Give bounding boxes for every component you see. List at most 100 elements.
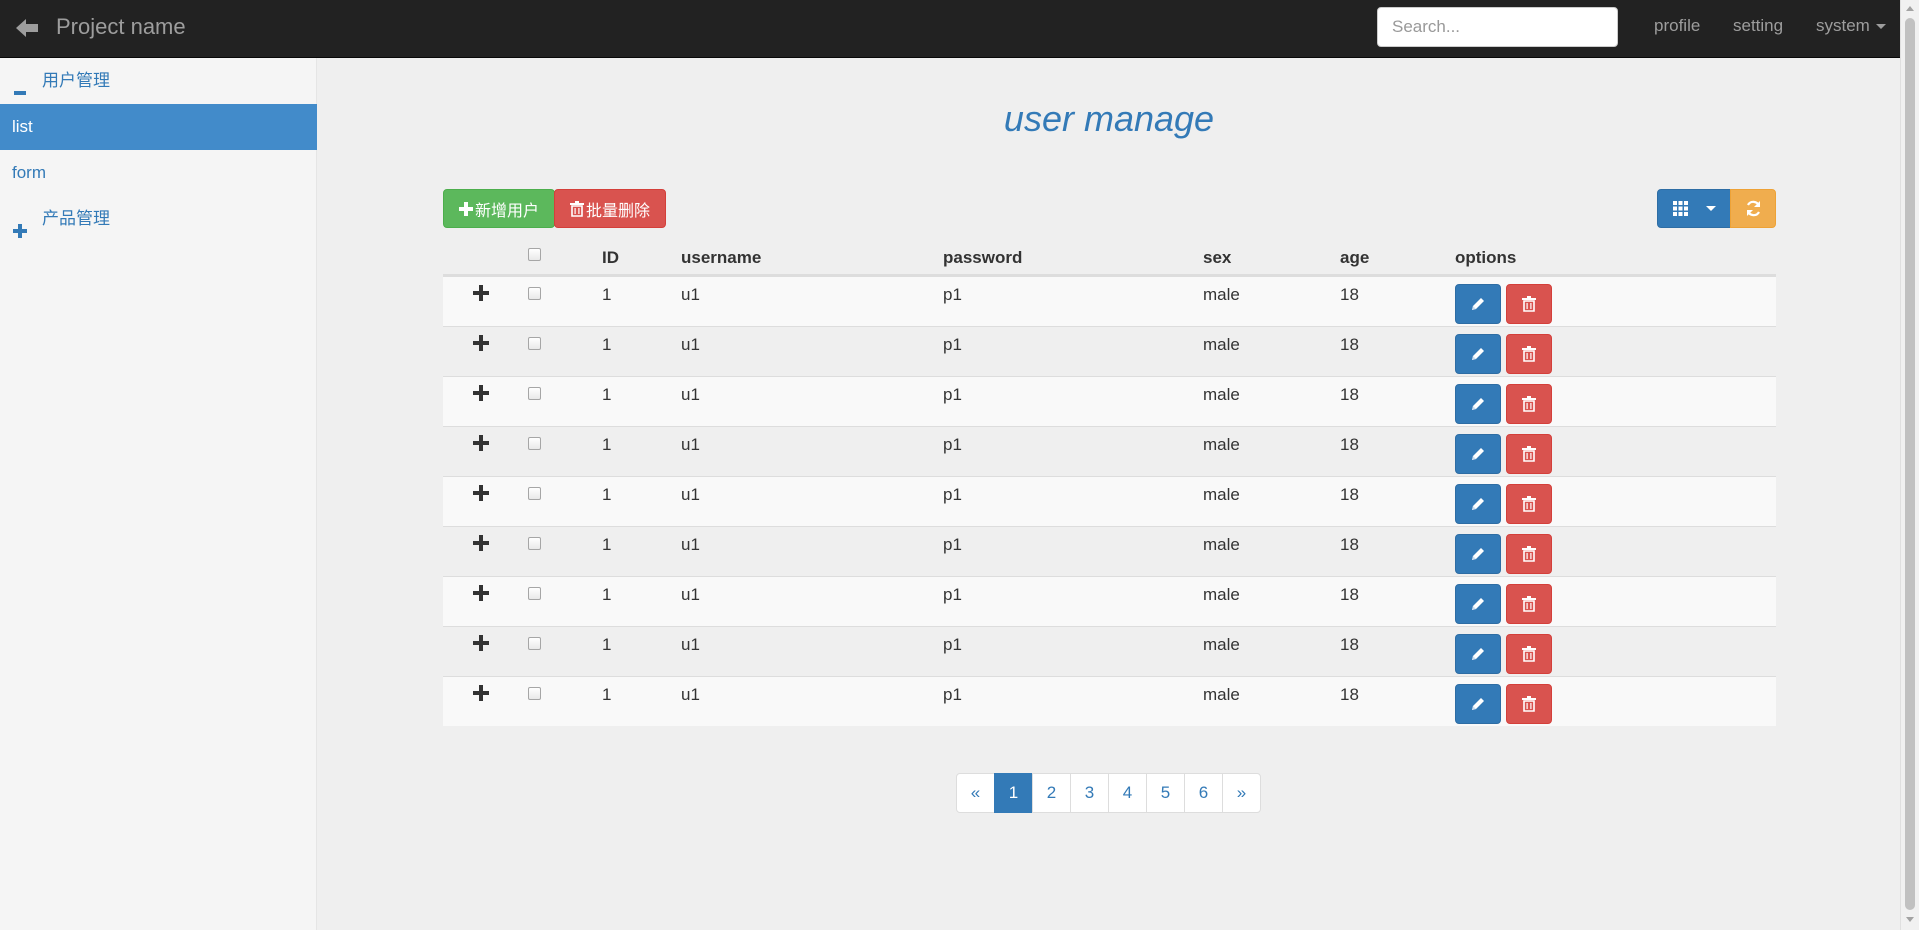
cell-password: p1 xyxy=(943,385,962,404)
pencil-icon xyxy=(1471,397,1485,411)
expand-row-icon[interactable] xyxy=(473,585,491,603)
row-checkbox[interactable] xyxy=(528,487,541,500)
table-row[interactable]: 1 u1 p1 male 18 xyxy=(443,426,1776,476)
top-navbar: Project name profile setting system xyxy=(0,0,1900,58)
add-user-label: 新增用户 xyxy=(474,202,539,220)
add-user-button[interactable]: 新增用户 xyxy=(443,189,555,228)
table-row[interactable]: 1 u1 p1 male 18 xyxy=(443,676,1776,726)
pencil-icon xyxy=(1471,597,1485,611)
table-row[interactable]: 1 u1 p1 male 18 xyxy=(443,576,1776,626)
page-6[interactable]: 6 xyxy=(1184,773,1223,813)
table-row[interactable]: 1 u1 p1 male 18 xyxy=(443,626,1776,676)
column-header-id[interactable]: ID xyxy=(602,248,619,268)
columns-toggle-button[interactable] xyxy=(1657,189,1731,228)
delete-button[interactable] xyxy=(1506,284,1552,324)
row-checkbox[interactable] xyxy=(528,637,541,650)
cell-age: 18 xyxy=(1340,535,1359,554)
table-row[interactable]: 1 u1 p1 male 18 xyxy=(443,276,1776,326)
expand-row-icon[interactable] xyxy=(473,385,491,403)
sidebar-group-product-management[interactable]: 产品管理 xyxy=(0,196,317,242)
row-checkbox[interactable] xyxy=(528,537,541,550)
scroll-down-arrow-icon[interactable] xyxy=(1906,917,1914,922)
caret-down-icon xyxy=(1705,206,1716,211)
nav-link-setting[interactable]: setting xyxy=(1733,16,1783,36)
vertical-scrollbar[interactable] xyxy=(1900,0,1919,930)
expand-row-icon[interactable] xyxy=(473,435,491,453)
page-1[interactable]: 1 xyxy=(994,773,1033,813)
delete-button[interactable] xyxy=(1506,534,1552,574)
back-arrow-icon[interactable] xyxy=(14,16,40,40)
brand-title[interactable]: Project name xyxy=(56,14,186,40)
column-header-sex[interactable]: sex xyxy=(1203,248,1231,268)
expand-row-icon[interactable] xyxy=(473,485,491,503)
table-body: 1 u1 p1 male 18 1 u1 p1 male 18 1 u1 p1 male 18 1 u1 p1 ma… xyxy=(443,276,1776,726)
edit-button[interactable] xyxy=(1455,384,1501,424)
select-all-checkbox[interactable] xyxy=(528,248,541,261)
sidebar-item-form[interactable]: form xyxy=(0,150,317,196)
edit-button[interactable] xyxy=(1455,534,1501,574)
cell-sex: male xyxy=(1203,385,1240,404)
sidebar-item-list[interactable]: list xyxy=(0,104,317,150)
edit-button[interactable] xyxy=(1455,684,1501,724)
row-checkbox[interactable] xyxy=(528,587,541,600)
table-row[interactable]: 1 u1 p1 male 18 xyxy=(443,326,1776,376)
scroll-up-arrow-icon[interactable] xyxy=(1906,6,1914,11)
edit-button[interactable] xyxy=(1455,284,1501,324)
trash-icon xyxy=(1522,596,1536,612)
refresh-button[interactable] xyxy=(1730,189,1776,228)
delete-button[interactable] xyxy=(1506,434,1552,474)
column-header-username[interactable]: username xyxy=(681,248,761,268)
sidebar-group-user-management[interactable]: 用户管理 xyxy=(0,58,317,104)
cell-password: p1 xyxy=(943,285,962,304)
page-2[interactable]: 2 xyxy=(1032,773,1071,813)
expand-row-icon[interactable] xyxy=(473,535,491,553)
search-input[interactable] xyxy=(1377,7,1618,47)
expand-row-icon[interactable] xyxy=(473,635,491,653)
edit-button[interactable] xyxy=(1455,584,1501,624)
cell-sex: male xyxy=(1203,685,1240,704)
page-4[interactable]: 4 xyxy=(1108,773,1147,813)
table-row[interactable]: 1 u1 p1 male 18 xyxy=(443,476,1776,526)
page-prev[interactable]: « xyxy=(956,773,995,813)
scrollbar-thumb[interactable] xyxy=(1905,18,1915,910)
trash-icon xyxy=(1522,346,1536,362)
row-checkbox[interactable] xyxy=(528,337,541,350)
cell-age: 18 xyxy=(1340,685,1359,704)
row-checkbox[interactable] xyxy=(528,687,541,700)
edit-button[interactable] xyxy=(1455,434,1501,474)
delete-button[interactable] xyxy=(1506,684,1552,724)
column-header-age[interactable]: age xyxy=(1340,248,1369,268)
row-checkbox[interactable] xyxy=(528,387,541,400)
delete-button[interactable] xyxy=(1506,634,1552,674)
delete-button[interactable] xyxy=(1506,584,1552,624)
table-row[interactable]: 1 u1 p1 male 18 xyxy=(443,376,1776,426)
expand-row-icon[interactable] xyxy=(473,335,491,353)
cell-password: p1 xyxy=(943,485,962,504)
expand-row-icon[interactable] xyxy=(473,285,491,303)
edit-button[interactable] xyxy=(1455,634,1501,674)
edit-button[interactable] xyxy=(1455,334,1501,374)
cell-username: u1 xyxy=(681,335,700,354)
delete-button[interactable] xyxy=(1506,384,1552,424)
cell-id: 1 xyxy=(602,635,612,654)
nav-dropdown-system[interactable]: system xyxy=(1816,16,1886,36)
delete-button[interactable] xyxy=(1506,334,1552,374)
nav-link-profile[interactable]: profile xyxy=(1654,16,1700,36)
cell-id: 1 xyxy=(602,485,612,504)
page-next[interactable]: » xyxy=(1222,773,1261,813)
table-row[interactable]: 1 u1 p1 male 18 xyxy=(443,526,1776,576)
cell-username: u1 xyxy=(681,535,700,554)
delete-button[interactable] xyxy=(1506,484,1552,524)
caret-down-icon xyxy=(1875,24,1886,30)
batch-delete-button[interactable]: 批量删除 xyxy=(554,189,666,228)
expand-row-icon[interactable] xyxy=(473,685,491,703)
edit-button[interactable] xyxy=(1455,484,1501,524)
page-3[interactable]: 3 xyxy=(1070,773,1109,813)
column-header-password[interactable]: password xyxy=(943,248,1022,268)
trash-icon xyxy=(1522,646,1536,662)
row-checkbox[interactable] xyxy=(528,287,541,300)
page-5[interactable]: 5 xyxy=(1146,773,1185,813)
pencil-icon xyxy=(1471,297,1485,311)
row-checkbox[interactable] xyxy=(528,437,541,450)
sidebar-item-label: form xyxy=(12,163,46,182)
